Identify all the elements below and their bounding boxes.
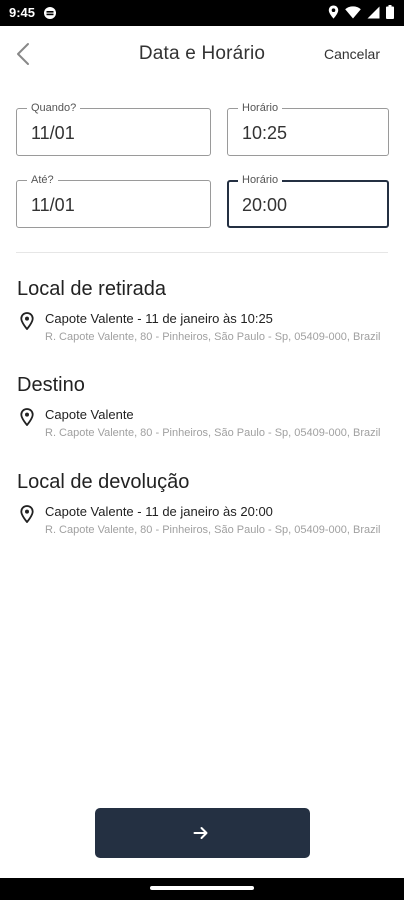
end-date-value: 11/01 — [31, 195, 75, 215]
map-pin-icon — [20, 312, 34, 330]
pickup-location-name: Capote Valente - 11 de janeiro às 10:25 — [45, 311, 273, 326]
destination-location-address: R. Capote Valente, 80 - Pinheiros, São P… — [45, 427, 381, 439]
start-date-value: 11/01 — [31, 123, 75, 143]
circle-status-icon — [44, 7, 56, 19]
map-pin-icon — [20, 505, 34, 523]
arrow-right-icon — [193, 827, 208, 839]
end-time-value: 20:00 — [242, 195, 288, 215]
divider — [16, 252, 388, 253]
end-date-label: Até? — [27, 173, 58, 187]
destination-section-title: Destino — [17, 374, 85, 396]
app-header: Data e Horário Cancelar — [0, 26, 404, 82]
home-indicator[interactable] — [150, 886, 254, 890]
signal-icon — [367, 6, 380, 18]
next-button[interactable] — [95, 808, 310, 858]
start-time-value: 10:25 — [242, 123, 288, 143]
location-icon — [328, 5, 339, 19]
status-icons — [328, 5, 394, 19]
end-date-field[interactable]: Até? 11/01 — [16, 173, 211, 228]
status-bar: 9:45 — [0, 0, 404, 26]
return-section-title: Local de devolução — [17, 471, 190, 493]
map-pin-icon — [20, 408, 34, 426]
destination-location-name: Capote Valente — [45, 407, 134, 422]
start-time-label: Horário — [238, 101, 283, 115]
system-nav-bar — [0, 878, 404, 900]
wifi-icon — [345, 5, 361, 19]
status-time: 9:45 — [9, 5, 36, 20]
pickup-location-address: R. Capote Valente, 80 - Pinheiros, São P… — [45, 331, 381, 343]
return-location-address: R. Capote Valente, 80 - Pinheiros, São P… — [45, 524, 381, 536]
return-location-name: Capote Valente - 11 de janeiro às 20:00 — [45, 504, 273, 519]
end-time-field[interactable]: Horário 20:00 — [227, 173, 389, 228]
end-time-label: Horário — [238, 173, 283, 187]
battery-icon — [386, 5, 394, 19]
cancel-button[interactable]: Cancelar — [324, 46, 380, 62]
start-time-field[interactable]: Horário 10:25 — [227, 101, 389, 156]
start-date-label: Quando? — [27, 101, 81, 115]
start-date-field[interactable]: Quando? 11/01 — [16, 101, 211, 156]
pickup-section-title: Local de retirada — [17, 278, 166, 300]
